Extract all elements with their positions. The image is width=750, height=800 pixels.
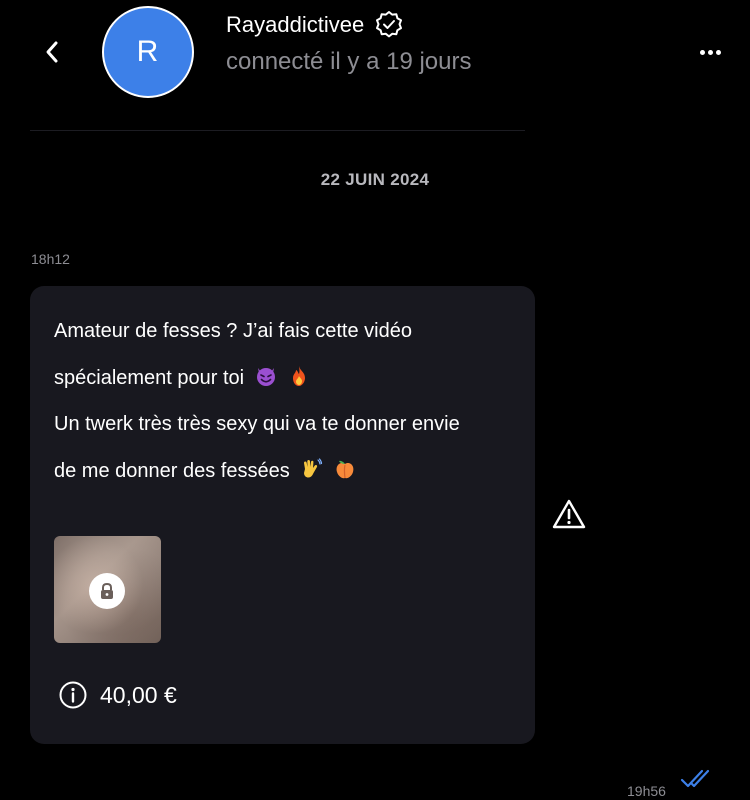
chevron-left-icon (46, 41, 58, 63)
header-divider (30, 130, 525, 131)
avatar[interactable]: R (102, 6, 194, 98)
outgoing-timestamp: 19h56 (627, 783, 666, 799)
verified-badge-icon (374, 10, 404, 40)
message-line: spécialement pour toi (54, 355, 524, 402)
report-button[interactable] (551, 497, 587, 533)
message-bubble[interactable]: Amateur de fesses ? J’ai fais cette vidé… (30, 286, 535, 744)
waving-hand-emoji (304, 457, 323, 478)
lock-badge (89, 573, 125, 609)
fire-emoji (293, 365, 306, 386)
message-text: Amateur de fesses ? J’ai fais cette vidé… (54, 308, 524, 494)
more-horizontal-icon (699, 49, 705, 55)
avatar-letter: R (136, 35, 160, 68)
more-options-button[interactable] (696, 40, 724, 64)
smiling-devil-emoji (256, 367, 275, 386)
back-button[interactable] (36, 34, 68, 70)
message-line: Un twerk très très sexy qui va te donner… (54, 413, 460, 435)
info-icon[interactable] (58, 680, 88, 710)
message-line: de me donner des fessées (54, 448, 524, 495)
message-timestamp: 18h12 (31, 251, 70, 267)
lock-icon (101, 582, 113, 599)
date-separator: 22 JUIN 2024 (320, 170, 430, 189)
double-check-icon (680, 769, 710, 788)
locked-media-thumbnail[interactable] (54, 536, 161, 643)
contact-name-row[interactable]: Rayaddictivee (226, 10, 404, 40)
presence-status: connecté il y a 19 jours (226, 48, 472, 75)
price-label: 40,00 € (100, 681, 177, 708)
contact-name: Rayaddictivee (226, 12, 365, 37)
price-row[interactable]: 40,00 € (58, 680, 177, 710)
message-line: Amateur de fesses ? J’ai fais cette vidé… (54, 320, 412, 342)
warning-triangle-icon (552, 499, 586, 529)
peach-emoji (336, 460, 354, 478)
